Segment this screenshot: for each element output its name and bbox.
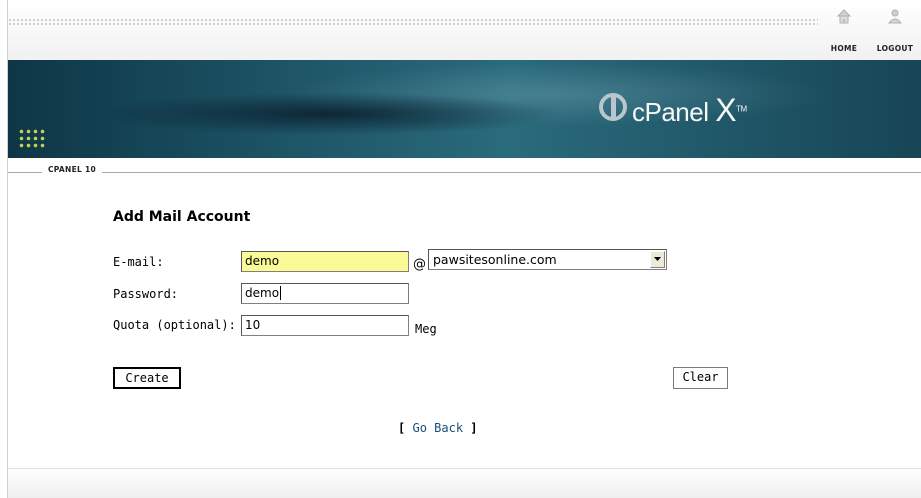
logout-label: LOGOUT (876, 44, 914, 53)
home-icon (836, 9, 852, 24)
chevron-down-icon (654, 257, 661, 261)
domain-selected-value: pawsitesonline.com (433, 252, 557, 267)
top-bar (8, 0, 921, 60)
header-banner: cPanel XTM (8, 60, 921, 158)
dotted-strip (8, 18, 818, 26)
logo-suffix: X (715, 92, 737, 128)
cpanel-logo-icon (599, 93, 627, 121)
password-value: demo (245, 286, 280, 300)
footer-bar (8, 468, 921, 498)
cpanel-logo: cPanel XTM (598, 86, 818, 130)
go-back-link[interactable]: Go Back (412, 421, 463, 435)
password-label: Password: (113, 287, 179, 301)
quota-label: Quota (optional): (113, 318, 236, 332)
quota-field[interactable]: 10 (241, 315, 409, 336)
email-field[interactable]: demo (241, 251, 409, 272)
bracket-close: ] (470, 421, 478, 435)
create-button[interactable]: Create (113, 367, 181, 389)
home-nav[interactable]: HOME (819, 6, 869, 53)
logo-word: cPanel (632, 97, 709, 127)
page-title: Add Mail Account (113, 209, 251, 225)
go-back: [ Go Back ] (398, 421, 478, 435)
at-symbol: @ (413, 257, 426, 272)
clear-button[interactable]: Clear (673, 367, 728, 389)
quota-unit: Meg (415, 322, 437, 336)
footer-divider (8, 468, 921, 469)
bracket-open: [ (398, 421, 406, 435)
email-label: E-mail: (113, 255, 164, 269)
password-field[interactable]: demo (241, 283, 409, 304)
cpanel-add-mail-page: HOME LOGOUT cPanel XTM CPANEL 10 Add Mai… (0, 0, 921, 498)
domain-select[interactable]: pawsitesonline.com (428, 249, 667, 270)
user-icon (887, 9, 903, 24)
banner-dots-decoration (18, 128, 46, 148)
text-cursor (280, 286, 282, 300)
section-divider (8, 172, 921, 173)
logo-tm: TM (736, 104, 747, 114)
home-label: HOME (830, 44, 858, 53)
logo-text: cPanel XTM (632, 92, 747, 129)
logout-nav[interactable]: LOGOUT (870, 6, 920, 53)
dropdown-button[interactable] (650, 251, 665, 268)
breadcrumb: CPANEL 10 (42, 165, 103, 174)
